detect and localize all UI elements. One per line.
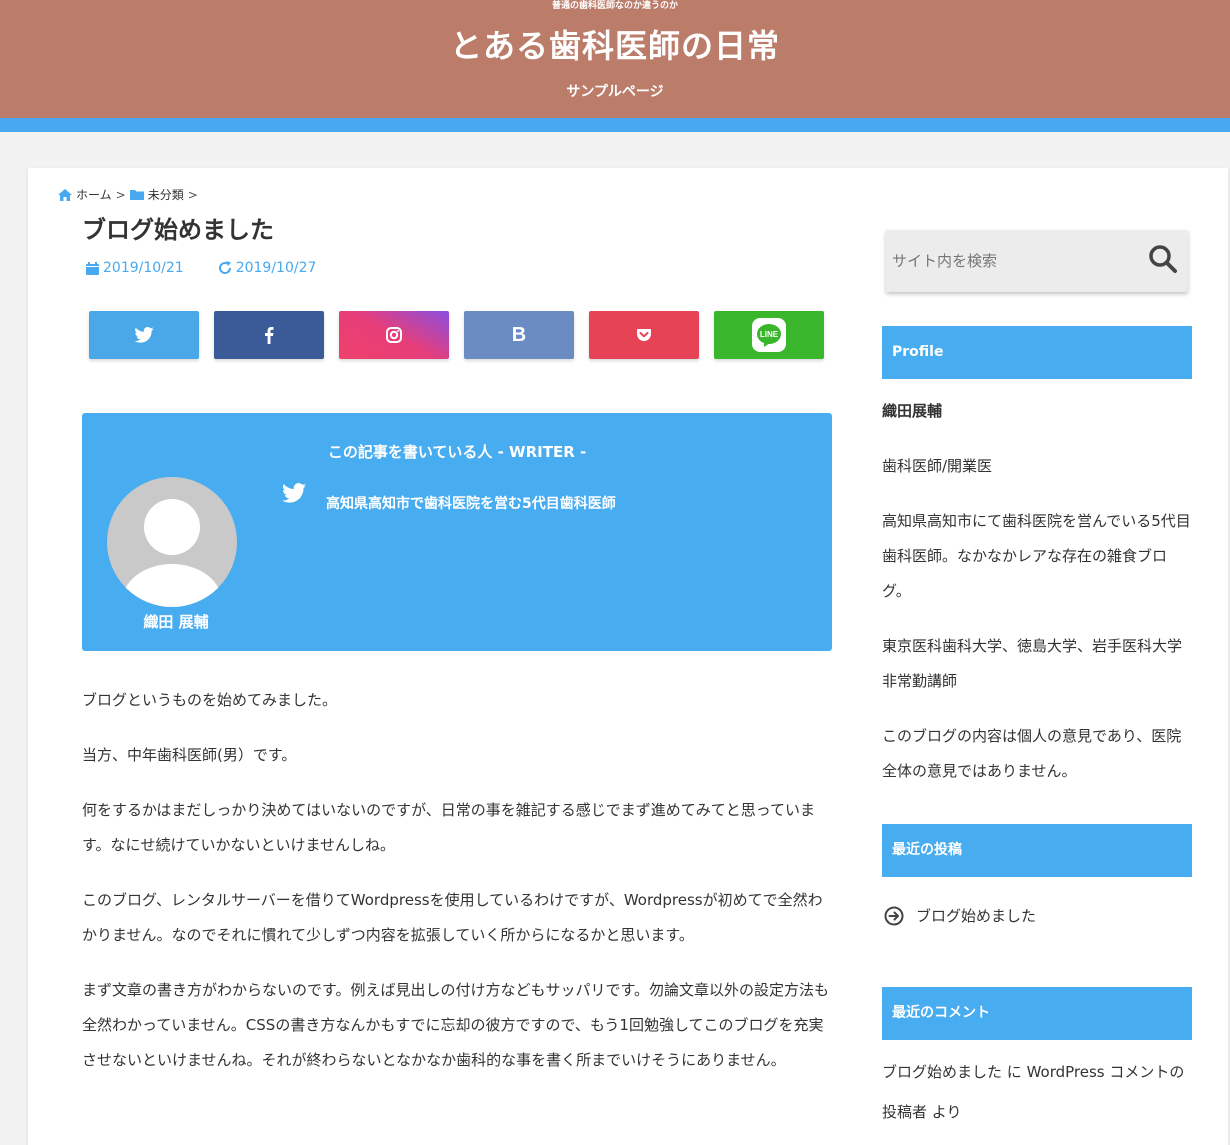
- recent-post-link[interactable]: ブログ始めました: [916, 905, 1036, 926]
- writer-heading: この記事を書いている人 - WRITER -: [327, 443, 587, 461]
- recent-comments-widget-title: 最近のコメント: [882, 987, 1192, 1040]
- article-paragraph: このブログ、レンタルサーバーを借りてWordpressを使用しているわけですが、…: [82, 891, 823, 944]
- published-date: 2019/10/21: [86, 260, 184, 276]
- pocket-icon: [637, 328, 651, 341]
- profile-widget-title: Profile: [882, 326, 1192, 379]
- recent-comment-item: ブログ始めました に WordPress コメントの投稿者 より: [882, 1052, 1192, 1132]
- writer-avatar: [107, 477, 237, 607]
- share-buttons: B LINE: [89, 311, 824, 359]
- facebook-icon: [265, 327, 274, 344]
- header-accent-bar: [0, 118, 1230, 132]
- twitter-icon: [134, 327, 154, 343]
- line-icon: LINE: [752, 318, 786, 352]
- profile-line: 高知県高知市にて歯科医院を営んでいる5代目歯科医師。なかなかレアな存在の雑食ブロ…: [882, 512, 1191, 600]
- recent-comment-connector: に: [1002, 1063, 1027, 1081]
- recent-posts-widget-title: 最近の投稿: [882, 824, 1192, 877]
- home-icon: [58, 188, 72, 201]
- breadcrumb-home[interactable]: ホーム: [76, 186, 112, 203]
- recent-comment-post-link[interactable]: ブログ始めました: [882, 1063, 1002, 1081]
- hatena-icon: B: [511, 323, 527, 346]
- search-button[interactable]: [1148, 244, 1178, 278]
- profile-widget-body: 織田展輔 歯科医師/開業医 高知県高知市にて歯科医院を営んでいる5代目歯科医師。…: [882, 394, 1192, 809]
- folder-icon: [129, 190, 144, 200]
- article-paragraph: 当方、中年歯科医師(男）です。: [82, 746, 297, 764]
- profile-name: 織田展輔: [882, 402, 943, 420]
- recent-post-item[interactable]: ブログ始めました: [884, 905, 1036, 926]
- article-paragraph: ブログというものを始めてみました。: [82, 691, 338, 709]
- share-instagram-button[interactable]: [339, 311, 449, 359]
- updated-date-text: 2019/10/27: [235, 260, 317, 276]
- instagram-icon: [386, 327, 402, 343]
- site-tagline: 普通の歯科医師なのか違うのか: [551, 1, 678, 11]
- breadcrumb-separator: >: [187, 187, 198, 202]
- writer-box: この記事を書いている人 - WRITER - 織田 展輔 高知県高知市で歯科医院…: [82, 413, 832, 651]
- profile-line: 東京医科歯科大学、徳島大学、岩手医科大学非常勤講師: [882, 637, 1183, 690]
- content-card: ホーム > 未分類 > ブログ始めました 2019/10/21 2019/10/…: [28, 168, 1228, 1145]
- writer-name[interactable]: 織田 展輔: [82, 611, 270, 632]
- site-title[interactable]: とある歯科医師の日常: [0, 26, 1230, 66]
- breadcrumb: ホーム > 未分類 >: [58, 186, 198, 203]
- share-twitter-button[interactable]: [89, 311, 199, 359]
- writer-description: 高知県高知市で歯科医院を営む5代目歯科医師: [326, 496, 616, 512]
- recent-comment-suffix: より: [927, 1103, 962, 1121]
- updated-date: 2019/10/27: [218, 260, 317, 276]
- writer-twitter-link[interactable]: [282, 483, 306, 507]
- share-line-button[interactable]: LINE: [714, 311, 824, 359]
- avatar-placeholder-icon: [122, 499, 222, 607]
- search-input[interactable]: [892, 248, 1122, 274]
- share-facebook-button[interactable]: [214, 311, 324, 359]
- published-date-text: 2019/10/21: [103, 260, 184, 276]
- article-paragraph: まず文章の書き方がわからないのです。例えば見出しの付け方などもサッパリです。勿論…: [82, 981, 830, 1069]
- site-header: 普通の歯科医師なのか違うのか とある歯科医師の日常 サンプルページ: [0, 0, 1230, 118]
- profile-line: このブログの内容は個人の意見であり、医院全体の意見ではありません。: [882, 727, 1182, 780]
- breadcrumb-category[interactable]: 未分類: [148, 186, 184, 203]
- line-icon-label: LINE: [760, 330, 779, 339]
- arrow-circle-right-icon: [884, 906, 904, 925]
- search-box: [886, 230, 1188, 292]
- article-paragraph: 何をするかはまだしっかり決めてはいないのですが、日常の事を雑記する感じでまず進め…: [82, 801, 816, 854]
- post-dates: 2019/10/21 2019/10/27: [86, 260, 316, 276]
- calendar-icon: [86, 261, 99, 275]
- twitter-icon: [282, 483, 306, 503]
- profile-line: 歯科医師/開業医: [882, 457, 993, 475]
- article-body: ブログというものを始めてみました。 当方、中年歯科医師(男）です。 何をするかは…: [82, 683, 834, 1098]
- nav-sample-page[interactable]: サンプルページ: [0, 82, 1230, 102]
- share-hatena-button[interactable]: B: [464, 311, 574, 359]
- share-pocket-button[interactable]: [589, 311, 699, 359]
- breadcrumb-separator: >: [115, 187, 126, 202]
- refresh-icon: [218, 261, 231, 274]
- search-icon: [1149, 245, 1177, 273]
- post-title: ブログ始めました: [82, 216, 274, 244]
